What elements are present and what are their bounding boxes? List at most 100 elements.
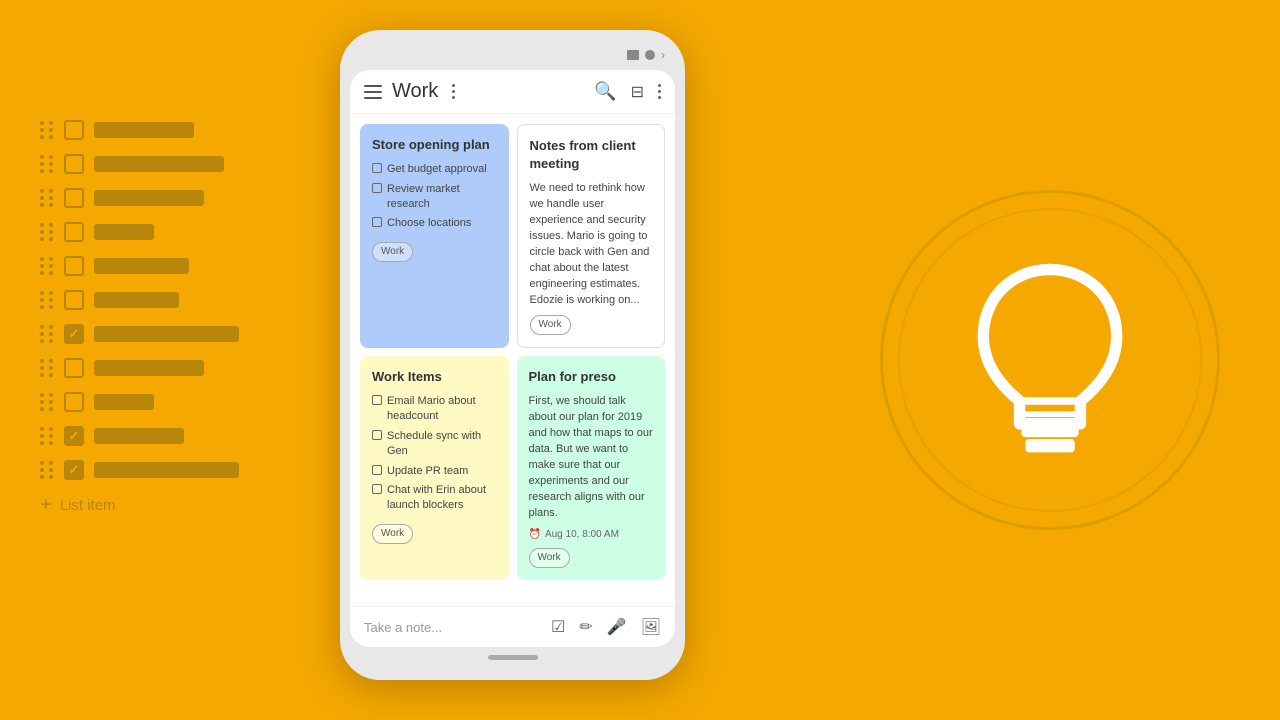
drag-handle-icon xyxy=(40,325,54,343)
list-checkbox[interactable] xyxy=(64,426,84,446)
note-work-items[interactable]: Work Items Email Mario about headcount S… xyxy=(360,356,509,580)
phone-home-bar xyxy=(488,655,538,660)
list-item-bar xyxy=(94,428,184,444)
list-row xyxy=(40,120,300,140)
list-checkbox[interactable] xyxy=(64,324,84,344)
drag-handle-icon xyxy=(40,427,54,445)
list-checkbox[interactable] xyxy=(64,256,84,276)
grid-view-icon[interactable]: ⊟ xyxy=(631,82,644,102)
drag-handle-icon xyxy=(40,121,54,139)
drag-handle-icon xyxy=(40,223,54,241)
toolbar-left: Work xyxy=(364,80,594,103)
note-store-opening[interactable]: Store opening plan Get budget approval R… xyxy=(360,124,509,348)
note-label-work-3: Work xyxy=(372,524,413,544)
list-row xyxy=(40,358,300,378)
mic-icon[interactable]: 🎤 xyxy=(607,617,627,637)
drag-handle-icon xyxy=(40,189,54,207)
list-row xyxy=(40,256,300,276)
list-item-bar xyxy=(94,190,204,206)
note-title-work-items: Work Items xyxy=(372,368,497,386)
drag-handle-icon xyxy=(40,291,54,309)
note-item-wi-2: Schedule sync with Gen xyxy=(372,429,497,460)
add-item-label: List item xyxy=(60,497,116,514)
notes-grid: Store opening plan Get budget approval R… xyxy=(350,114,675,606)
note-item-3: Choose locations xyxy=(372,216,497,231)
status-square xyxy=(627,50,639,60)
drag-handle-icon xyxy=(40,359,54,377)
timestamp-text: Aug 10, 8:00 AM xyxy=(545,528,619,542)
list-row xyxy=(40,324,300,344)
app-title: Work xyxy=(392,80,438,103)
status-circle xyxy=(645,50,655,60)
draw-icon[interactable]: ✏ xyxy=(579,617,592,637)
bulb-circle-background xyxy=(880,190,1220,530)
hamburger-menu-icon[interactable] xyxy=(364,85,382,99)
drag-handle-icon xyxy=(40,393,54,411)
note-item-2: Review market research xyxy=(372,182,497,213)
phone-body: › Work 🔍 ⊟ xyxy=(340,30,685,680)
note-checkbox-3 xyxy=(372,217,382,227)
list-row xyxy=(40,392,300,412)
checkbox-icon[interactable]: ☑ xyxy=(551,617,565,637)
list-checkbox[interactable] xyxy=(64,358,84,378)
more-options-icon[interactable] xyxy=(658,84,661,99)
note-item-wi-3: Update PR team xyxy=(372,464,497,479)
phone-mockup: › Work 🔍 ⊟ xyxy=(340,30,685,680)
list-checkbox[interactable] xyxy=(64,460,84,480)
note-checkbox-1 xyxy=(372,163,382,173)
list-item-bar xyxy=(94,224,154,240)
note-checkbox-2 xyxy=(372,183,382,193)
drag-handle-icon xyxy=(40,461,54,479)
note-title: Store opening plan xyxy=(372,136,497,154)
note-checkbox-wi-4 xyxy=(372,484,382,494)
drag-handle-icon xyxy=(40,257,54,275)
status-bar: › xyxy=(350,48,675,70)
list-item-bar xyxy=(94,360,204,376)
list-row xyxy=(40,460,300,480)
status-chevron: › xyxy=(661,48,665,62)
note-item-wi-1: Email Mario about headcount xyxy=(372,394,497,425)
image-icon[interactable]: 🖼 xyxy=(641,617,661,637)
note-title-client: Notes from client meeting xyxy=(530,137,653,173)
list-row xyxy=(40,222,300,242)
list-item-bar xyxy=(94,292,179,308)
add-icon: + xyxy=(40,494,52,517)
list-item-bar xyxy=(94,156,224,172)
left-checklist-panel: + List item xyxy=(40,120,300,517)
note-body-client: We need to rethink how we handle user ex… xyxy=(530,181,653,309)
list-item-bar xyxy=(94,258,189,274)
search-icon[interactable]: 🔍 xyxy=(594,81,616,102)
add-list-item-row[interactable]: + List item xyxy=(40,494,300,517)
note-label-work-4: Work xyxy=(529,548,570,568)
note-checkbox-wi-2 xyxy=(372,430,382,440)
note-plan-preso[interactable]: Plan for preso First, we should talk abo… xyxy=(517,356,666,580)
list-row xyxy=(40,188,300,208)
phone-screen: Work 🔍 ⊟ Store opening plan xyxy=(350,70,675,647)
list-row xyxy=(40,426,300,446)
list-checkbox[interactable] xyxy=(64,188,84,208)
note-client-meeting[interactable]: Notes from client meeting We need to ret… xyxy=(517,124,666,348)
toolbar-right: 🔍 ⊟ xyxy=(594,81,661,102)
list-checkbox[interactable] xyxy=(64,222,84,242)
note-timestamp: ⏰ Aug 10, 8:00 AM xyxy=(529,528,654,542)
note-checkbox-wi-3 xyxy=(372,465,382,475)
note-label-work-1: Work xyxy=(372,242,413,262)
list-checkbox[interactable] xyxy=(64,120,84,140)
list-checkbox[interactable] xyxy=(64,290,84,310)
note-item-wi-4: Chat with Erin about launch blockers xyxy=(372,483,497,514)
bottom-icons-group: ☑ ✏ 🎤 🖼 xyxy=(551,617,661,637)
right-bulb-panel xyxy=(880,190,1220,530)
list-item-bar xyxy=(94,394,154,410)
note-item-1: Get budget approval xyxy=(372,162,497,177)
list-row xyxy=(40,290,300,310)
list-item-bar xyxy=(94,122,194,138)
note-checkbox-wi-1 xyxy=(372,395,382,405)
note-label-work-2: Work xyxy=(530,315,571,335)
take-note-placeholder[interactable]: Take a note... xyxy=(364,620,541,635)
list-checkbox[interactable] xyxy=(64,392,84,412)
more-options-title-icon[interactable] xyxy=(452,84,455,99)
note-body-preso: First, we should talk about our plan for… xyxy=(529,394,654,522)
list-row xyxy=(40,154,300,174)
note-title-preso: Plan for preso xyxy=(529,368,654,386)
list-checkbox[interactable] xyxy=(64,154,84,174)
